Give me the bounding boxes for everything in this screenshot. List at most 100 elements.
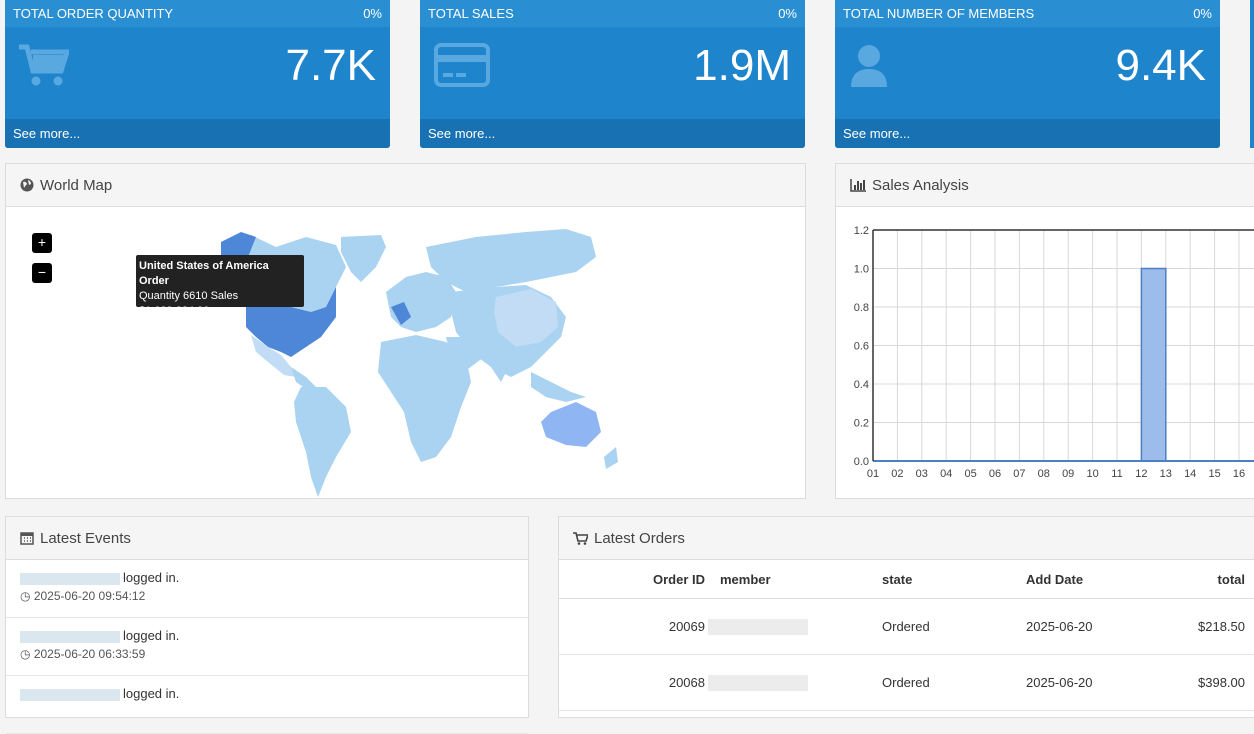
tooltip-quantity-label: Quantity [139, 290, 180, 302]
x-tick-label: 07 [1013, 468, 1025, 480]
redacted-username [20, 572, 120, 585]
panel-header: Sales Analysis [836, 164, 1254, 207]
map-central-america [291, 367, 316, 389]
redacted-member [708, 674, 808, 691]
x-tick-label: 11 [1111, 468, 1122, 480]
tile-title: TOTAL ORDER QUANTITY [13, 6, 174, 21]
stat-tile-partial [1250, 0, 1254, 148]
panel-title: Latest Orders [594, 529, 685, 547]
x-tick-label: 13 [1160, 468, 1172, 480]
see-more-link[interactable]: See more... [420, 119, 805, 148]
x-tick-label: 05 [964, 468, 976, 480]
order-state: Ordered [881, 598, 1025, 655]
x-tick-label: 09 [1062, 468, 1074, 480]
shopping-cart-icon [573, 531, 588, 545]
map-russia [426, 229, 596, 292]
zoom-in-button[interactable]: + [32, 233, 52, 253]
table-header-row: Order ID member state Add Date total [559, 560, 1254, 599]
tooltip-country: United States of America [139, 260, 269, 272]
x-tick-label: 12 [1135, 468, 1147, 480]
tile-value: 7.7K [285, 41, 376, 90]
latest-orders-panel: Latest Orders Order ID member state Add … [558, 516, 1254, 718]
order-member [706, 654, 881, 711]
see-more-link[interactable]: See more... [835, 119, 1220, 148]
table-row[interactable]: 20069 Ordered 2025-06-20 $218.50 [559, 598, 1254, 655]
tooltip-sales: $1,623,384.90 [139, 305, 210, 317]
x-tick-label: 03 [916, 468, 928, 480]
see-more-link[interactable]: See more... [5, 119, 390, 148]
stat-tile-members: TOTAL NUMBER OF MEMBERS 0% 9.4K See more.… [835, 0, 1220, 148]
col-order-id[interactable]: Order ID [559, 560, 706, 599]
zoom-out-button[interactable]: − [32, 263, 52, 283]
col-state[interactable]: state [881, 560, 1025, 599]
tile-value: 9.4K [1115, 41, 1206, 90]
col-add-date[interactable]: Add Date [1025, 560, 1167, 599]
redacted-username [20, 630, 120, 643]
orders-table: Order ID member state Add Date total 200… [559, 560, 1254, 711]
y-tick-label: 1.2 [854, 225, 869, 237]
event-time: 2025-06-20 09:54:12 [33, 589, 146, 603]
table-row[interactable]: 20068 Ordered 2025-06-20 $398.00 [559, 654, 1254, 711]
order-state: Ordered [881, 654, 1025, 711]
col-member[interactable]: member [706, 560, 881, 599]
stat-tile-total-sales: TOTAL SALES 0% 1.9M See more... [420, 0, 805, 148]
x-tick-label: 08 [1038, 468, 1050, 480]
tile-title: TOTAL NUMBER OF MEMBERS [843, 6, 1035, 21]
clock-icon: ◷ [20, 589, 31, 603]
tile-percent: 0% [363, 6, 382, 21]
col-total[interactable]: total [1167, 560, 1254, 599]
panel-header: Latest Events [6, 517, 528, 560]
x-tick-label: 01 [867, 468, 879, 480]
x-tick-label: 14 [1184, 468, 1196, 480]
order-total: $398.00 [1167, 654, 1254, 711]
x-tick-label: 04 [940, 468, 952, 480]
order-id: 20069 [559, 598, 706, 655]
world-map[interactable] [6, 207, 805, 497]
tile-body: 1.9M [420, 27, 805, 119]
world-map-panel: World Map + − [5, 163, 806, 499]
tile-title: TOTAL SALES [428, 6, 514, 21]
y-tick-label: 0.2 [854, 418, 869, 430]
shopping-cart-icon [19, 44, 69, 86]
x-tick-label: 02 [891, 468, 903, 480]
event-text: logged in. [123, 686, 180, 701]
x-tick-label: 15 [1208, 468, 1220, 480]
tile-header: TOTAL SALES 0% [420, 0, 805, 27]
bar [1140, 267, 1167, 462]
calendar-icon [20, 532, 34, 545]
y-tick-label: 0.8 [854, 302, 869, 314]
event-text: logged in. [123, 570, 180, 585]
event-item: logged in. ◷ 2025-06-20 06:33:59 [6, 618, 528, 676]
y-tick-label: 0.6 [854, 341, 869, 353]
clock-icon: ◷ [20, 647, 31, 661]
map-se-asia [531, 372, 586, 402]
tile-body: 7.7K [5, 27, 390, 119]
event-item: logged in. [6, 676, 528, 734]
x-tick-label: 10 [1086, 468, 1098, 480]
map-australia [541, 402, 601, 447]
tooltip-order-label: Order [139, 275, 169, 287]
x-tick-label: 06 [989, 468, 1001, 480]
panel-title: Latest Events [40, 529, 131, 547]
order-date: 2025-06-20 [1025, 654, 1167, 711]
bar-chart-icon [850, 178, 866, 192]
tile-percent: 0% [778, 6, 797, 21]
x-tick-label: 16 [1233, 468, 1245, 480]
order-id: 20068 [559, 654, 706, 711]
map-greenland [341, 235, 386, 282]
order-date: 2025-06-20 [1025, 598, 1167, 655]
y-tick-label: 0.4 [854, 379, 869, 391]
map-new-zealand [604, 447, 618, 469]
tile-header: TOTAL NUMBER OF MEMBERS 0% [835, 0, 1220, 27]
event-time: 2025-06-20 06:33:59 [33, 647, 146, 661]
tooltip-quantity: 6610 [183, 290, 208, 302]
y-tick-label: 1.0 [854, 264, 869, 276]
tile-percent: 0% [1193, 6, 1212, 21]
y-tick-label: 0.0 [854, 456, 869, 468]
order-total: $218.50 [1167, 598, 1254, 655]
panel-title: World Map [40, 176, 113, 194]
sales-analysis-panel: Sales Analysis 0.0 0.2 0.4 0.6 0.8 1.0 1.2 01 02… [835, 163, 1254, 499]
credit-card-icon [434, 43, 490, 87]
tile-value: 1.9M [693, 41, 791, 90]
redacted-member [708, 618, 808, 635]
